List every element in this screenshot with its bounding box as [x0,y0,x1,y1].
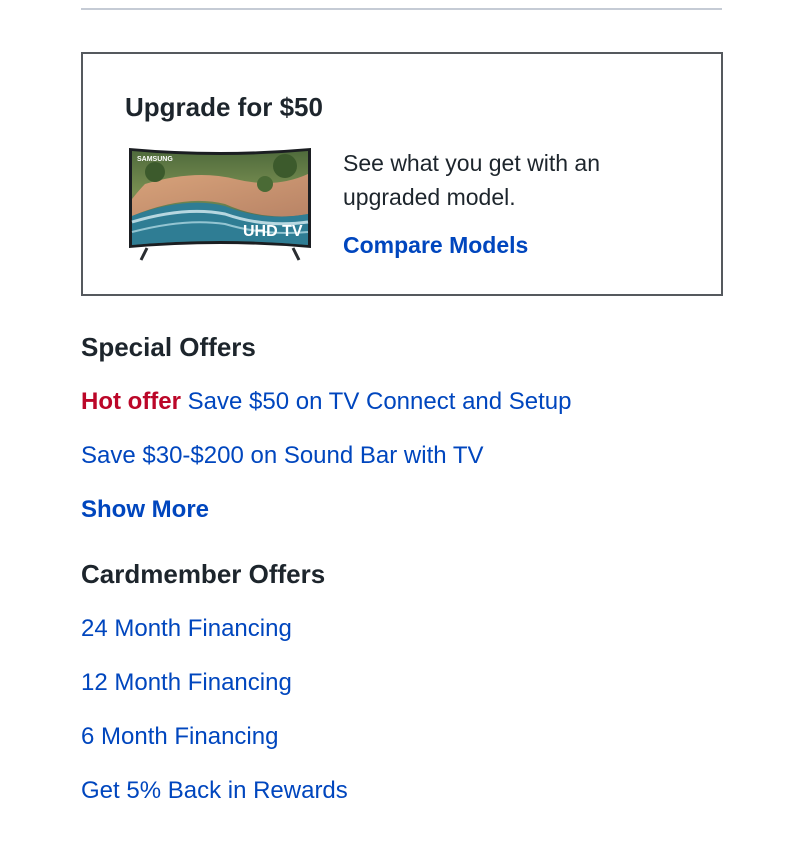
upgrade-description: See what you get with an upgraded model. [343,150,600,210]
cardmember-offer-link[interactable]: Get 5% Back in Rewards [81,777,348,805]
compare-models-link[interactable]: Compare Models [343,232,528,259]
show-more-link[interactable]: Show More [81,496,209,524]
tv-brand-text: SAMSUNG [137,156,173,163]
hot-offer-label: Hot offer [81,388,181,415]
special-offer-link[interactable]: Hot offer Save $50 on TV Connect and Set… [81,388,572,416]
special-offers-title: Special Offers [81,332,256,362]
cardmember-offer-link[interactable]: 12 Month Financing [81,669,292,697]
cardmember-offer-link[interactable]: 6 Month Financing [81,723,278,751]
special-offer-text: Save $50 on TV Connect and Setup [187,388,572,415]
upgrade-card: Upgrade for $50 SAMSUNG UHD TV See what … [81,52,723,296]
tv-badge-text: UHD TV [243,223,303,240]
special-offer-link[interactable]: Save $30-$200 on Sound Bar with TV [81,442,484,470]
tv-product-image[interactable]: SAMSUNG UHD TV [125,144,315,264]
cardmember-offer-link[interactable]: 24 Month Financing [81,615,292,643]
top-divider [81,8,722,10]
cardmember-offers-title: Cardmember Offers [81,559,326,589]
upgrade-title: Upgrade for $50 [125,92,323,122]
